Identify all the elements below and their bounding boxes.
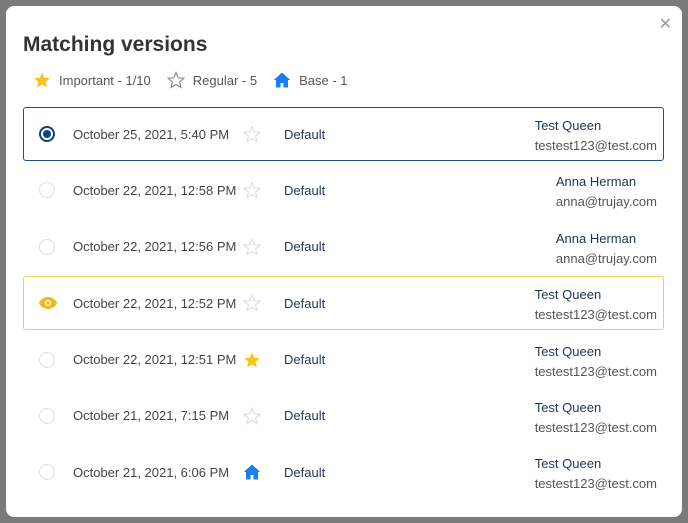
version-branch: Default <box>284 295 326 311</box>
version-row[interactable]: October 22, 2021, 12:51 PM Default Test … <box>23 333 664 387</box>
legend-important: Important - 1/10 <box>33 71 151 89</box>
version-author: Anna Herman anna@trujay.com <box>556 172 657 212</box>
version-date: October 22, 2021, 12:56 PM <box>73 239 237 255</box>
version-radio[interactable] <box>39 351 55 368</box>
author-name: Test Queen <box>534 399 602 415</box>
legend-label: Important - 1/10 <box>59 72 151 88</box>
version-author: Anna Herman anna@trujay.com <box>556 229 657 269</box>
author-email: testest123@test.com <box>534 476 657 492</box>
version-row[interactable]: October 22, 2021, 12:58 PM Default Anna … <box>23 163 664 217</box>
version-row[interactable]: October 25, 2021, 5:40 PM Default Test Q… <box>23 107 664 161</box>
author-name: Test Queen <box>534 456 602 472</box>
legend-regular: Regular - 5 <box>166 71 258 89</box>
author-email: anna@trujay.com <box>555 194 657 210</box>
author-name: Anna Herman <box>555 230 637 246</box>
version-row[interactable]: October 22, 2021, 12:56 PM Default Anna … <box>23 220 664 274</box>
version-radio[interactable] <box>39 182 55 199</box>
author-email: testest123@test.com <box>534 307 657 323</box>
version-radio[interactable] <box>39 126 55 142</box>
close-icon[interactable]: ✕ <box>659 14 672 34</box>
legend: Important - 1/10 Regular - 5 Base - 1 <box>33 71 364 89</box>
version-author: Test Queen testest123@test.com <box>535 398 657 438</box>
version-list: October 25, 2021, 5:40 PM Default Test Q… <box>23 107 664 502</box>
version-row[interactable]: October 21, 2021, 7:15 PM Default Test Q… <box>23 389 664 443</box>
author-name: Test Queen <box>534 287 602 303</box>
version-date: October 25, 2021, 5:40 PM <box>73 126 230 142</box>
version-branch: Default <box>284 352 326 368</box>
version-row[interactable]: October 21, 2021, 6:06 PM Default Test Q… <box>23 445 664 499</box>
star-filled-icon[interactable] <box>243 351 261 372</box>
eye-icon <box>39 297 57 310</box>
version-date: October 21, 2021, 7:15 PM <box>73 408 230 424</box>
version-radio[interactable] <box>39 238 55 255</box>
star-outline-icon[interactable] <box>242 294 262 315</box>
author-name: Test Queen <box>534 118 602 133</box>
star-filled-icon <box>34 72 50 88</box>
legend-label: Base - 1 <box>299 72 348 88</box>
version-date: October 22, 2021, 12:51 PM <box>73 352 237 368</box>
author-email: testest123@test.com <box>534 363 657 379</box>
star-outline-icon[interactable] <box>242 181 262 202</box>
version-date: October 22, 2021, 12:58 PM <box>73 182 237 198</box>
matching-versions-dialog: ✕ Matching versions Important - 1/10 Reg… <box>6 6 682 517</box>
legend-base: Base - 1 <box>273 71 348 89</box>
version-branch: Default <box>284 239 326 255</box>
version-branch: Default <box>284 408 326 424</box>
version-date: October 21, 2021, 6:06 PM <box>73 464 230 480</box>
legend-label: Regular - 5 <box>192 72 258 88</box>
version-author: Test Queen testest123@test.com <box>535 116 657 156</box>
star-outline-icon <box>166 71 185 89</box>
author-email: testest123@test.com <box>534 138 657 153</box>
home-icon <box>273 72 291 88</box>
author-email: anna@trujay.com <box>555 250 657 266</box>
version-branch: Default <box>284 126 326 142</box>
version-radio[interactable] <box>39 407 55 424</box>
version-date: October 22, 2021, 12:52 PM <box>73 295 237 311</box>
version-radio[interactable] <box>39 464 55 481</box>
author-name: Anna Herman <box>555 174 637 190</box>
dialog-title: Matching versions <box>23 33 208 56</box>
star-outline-icon[interactable] <box>242 407 262 428</box>
version-author: Test Queen testest123@test.com <box>535 454 657 494</box>
star-outline-icon[interactable] <box>242 237 262 259</box>
star-outline-icon[interactable] <box>242 125 262 146</box>
version-author: Test Queen testest123@test.com <box>535 342 657 382</box>
version-branch: Default <box>284 464 326 480</box>
version-author: Test Queen testest123@test.com <box>535 285 657 325</box>
author-name: Test Queen <box>534 343 602 359</box>
version-row[interactable]: October 22, 2021, 12:52 PM Default Test … <box>23 276 664 331</box>
author-email: testest123@test.com <box>534 419 657 435</box>
home-icon[interactable] <box>243 463 261 484</box>
version-branch: Default <box>284 182 326 198</box>
